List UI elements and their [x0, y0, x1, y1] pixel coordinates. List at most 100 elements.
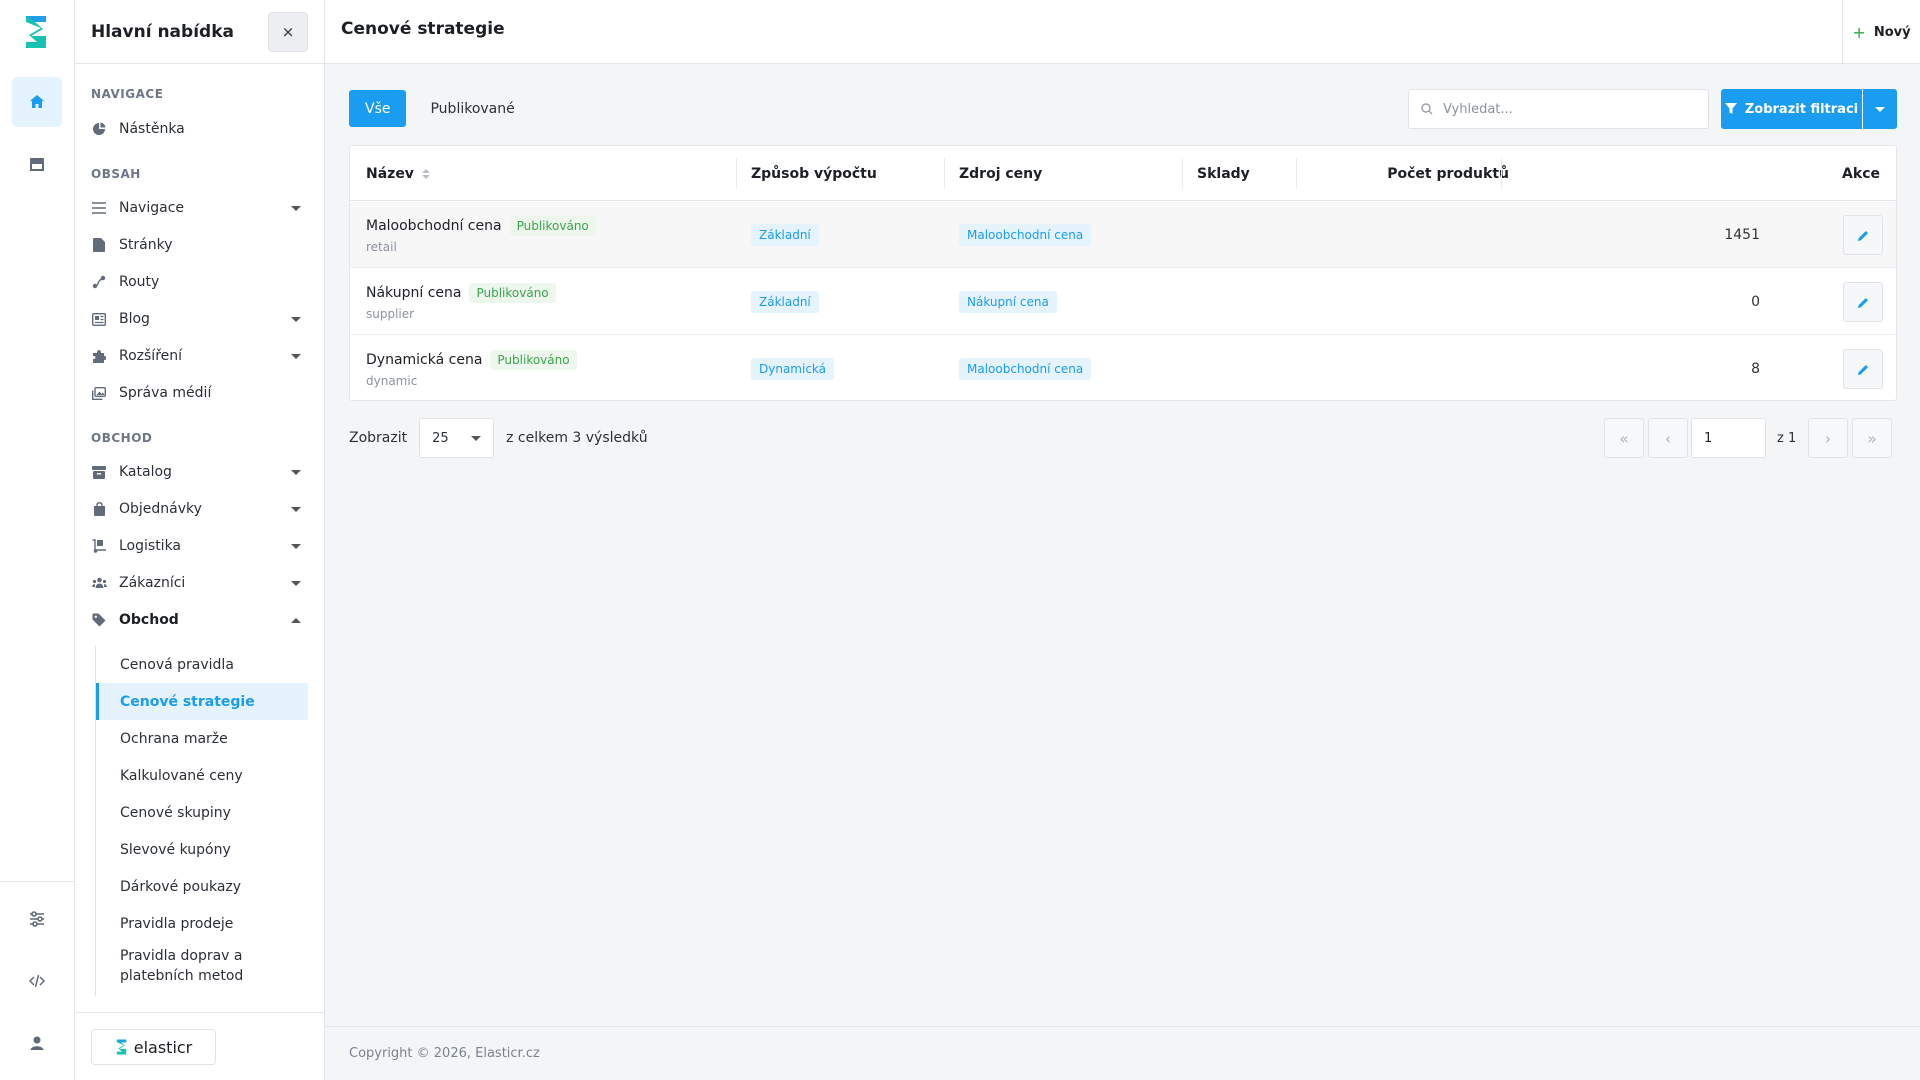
submenu-item-ochrana-marze[interactable]: Ochrana marže [96, 720, 308, 757]
obchod-submenu: Cenová pravidla Cenové strategie Ochrana… [95, 646, 308, 996]
sidebar-item-logistika[interactable]: Logistika [91, 530, 301, 562]
sidebar-item-blog[interactable]: Blog [91, 303, 301, 335]
sidebar-item-stranky[interactable]: Stránky [91, 229, 301, 261]
search-icon [1421, 103, 1433, 115]
column-header-method: Způsob výpočtu [751, 165, 877, 182]
tab-published[interactable]: Publikované [414, 90, 530, 127]
tab-all[interactable]: Vše [349, 90, 407, 127]
strategy-name: Nákupní cena [366, 285, 462, 301]
chevron-down-icon [291, 353, 301, 359]
profile-nav-button[interactable] [12, 1018, 62, 1068]
plus-icon: + [1852, 22, 1866, 42]
total-results: z celkem 3 výsledků [506, 430, 648, 446]
sidebar-item-navigace[interactable]: Navigace [91, 192, 301, 224]
column-divider [1296, 158, 1297, 189]
show-filter-button[interactable]: Zobrazit filtraci [1721, 89, 1862, 129]
file-icon [91, 237, 107, 253]
page-number-input[interactable] [1691, 418, 1766, 458]
method-cell: Dynamická [751, 336, 835, 402]
new-button[interactable]: + Nový [1842, 0, 1920, 64]
edit-button[interactable] [1843, 215, 1883, 255]
last-page-button[interactable]: » [1852, 418, 1892, 458]
prev-page-button[interactable]: ‹ [1648, 418, 1688, 458]
chevron-down-icon [291, 506, 301, 512]
main-sidebar: Hlavní nabídka × NAVIGACE Nástěnka OBSAH… [75, 0, 325, 1080]
table-row[interactable]: Dynamická cena Publikováno dynamic Dynam… [350, 336, 1896, 402]
filter-dropdown-toggle[interactable] [1863, 89, 1897, 129]
chevron-down-icon [291, 316, 301, 322]
pencil-icon [1857, 230, 1868, 241]
column-header-actions: Akce [1842, 165, 1880, 182]
chevron-down-icon [291, 543, 301, 549]
submenu-item-darkove-poukazy[interactable]: Dárkové poukazy [96, 868, 308, 905]
puzzle-icon [91, 348, 107, 364]
submenu-item-cenova-pravidla[interactable]: Cenová pravidla [96, 646, 308, 683]
filter-icon [1724, 103, 1737, 114]
page-footer: Copyright © 2026, Elasticr.cz [325, 1026, 1920, 1080]
icon-rail [0, 0, 75, 1080]
submenu-item-slevove-kupony[interactable]: Slevové kupóny [96, 831, 308, 868]
home-nav-button[interactable] [12, 77, 62, 127]
source-cell: Nákupní cena [959, 269, 1057, 335]
images-icon [91, 385, 107, 401]
method-chip: Dynamická [751, 358, 835, 380]
source-cell: Maloobchodní cena [959, 336, 1092, 402]
sidebar-item-routy[interactable]: Routy [91, 266, 301, 298]
code-icon [29, 974, 45, 988]
sort-icon [421, 168, 430, 179]
dolly-icon [91, 538, 107, 554]
pencil-icon [1857, 297, 1868, 308]
method-chip: Základní [751, 224, 819, 246]
chevron-down-icon [291, 469, 301, 475]
tag-icon [91, 612, 107, 628]
submenu-item-pravidla-prodeje[interactable]: Pravidla prodeje [96, 905, 308, 942]
sidebar-item-katalog[interactable]: Katalog [91, 456, 301, 488]
sidebar-item-objednavky[interactable]: Objednávky [91, 493, 301, 525]
table-row[interactable]: Maloobchodní cena Publikováno retail Zák… [350, 202, 1896, 268]
actions-cell [1843, 336, 1883, 402]
method-chip: Základní [751, 291, 819, 313]
sidebar-item-rozsireni[interactable]: Rozšíření [91, 340, 301, 372]
submenu-item-pravidla-doprav[interactable]: Pravidla doprav a platebních metod [96, 944, 246, 988]
sidebar-close-button[interactable]: × [268, 11, 308, 52]
edit-button[interactable] [1843, 282, 1883, 322]
chevron-down-icon [291, 205, 301, 211]
product-count: 8 [1751, 361, 1760, 377]
status-badge: Publikováno [509, 216, 596, 236]
submenu-item-cenove-skupiny[interactable]: Cenové skupiny [96, 794, 308, 831]
search-input[interactable] [1443, 101, 1693, 117]
first-page-button[interactable]: « [1604, 418, 1644, 458]
sidebar-item-zakaznici[interactable]: Zákazníci [91, 567, 301, 599]
store-nav-button[interactable] [12, 139, 62, 189]
sidebar-item-label: Katalog [119, 464, 172, 480]
developer-nav-button[interactable] [12, 956, 62, 1006]
sidebar-item-obchod[interactable]: Obchod [91, 604, 301, 636]
elasticr-logo-icon[interactable] [22, 14, 52, 50]
page-count: z 1 [1777, 430, 1797, 446]
settings-nav-button[interactable] [12, 894, 62, 944]
table-row[interactable]: Nákupní cena Publikováno supplier Základ… [350, 269, 1896, 335]
store-icon [30, 158, 44, 171]
strategy-code: supplier [366, 307, 415, 321]
column-header-products: Počet produktů [1387, 165, 1509, 182]
source-chip: Maloobchodní cena [959, 224, 1092, 246]
column-divider [736, 158, 737, 189]
status-badge: Publikováno [469, 283, 556, 303]
sidebar-footer: elasticr [75, 1012, 325, 1080]
sidebar-header: Hlavní nabídka × [75, 0, 324, 64]
sidebar-item-nastenka[interactable]: Nástěnka [91, 113, 301, 145]
next-page-button[interactable]: › [1808, 418, 1848, 458]
name-cell: Dynamická cena Publikováno dynamic [366, 336, 577, 402]
edit-button[interactable] [1843, 349, 1883, 389]
per-page-select[interactable]: 25 [419, 418, 495, 458]
table-header: Název Způsob výpočtu Zdroj ceny Sklady P… [350, 146, 1896, 201]
submenu-item-kalkulovane-ceny[interactable]: Kalkulované ceny [96, 757, 308, 794]
sidebar-item-label: Navigace [119, 200, 185, 216]
column-header-name[interactable]: Název [366, 146, 430, 201]
sidebar-item-label: Rozšíření [119, 348, 183, 364]
submenu-item-cenove-strategie[interactable]: Cenové strategie [96, 683, 308, 720]
sidebar-item-sprava-medii[interactable]: Správa médií [91, 377, 301, 409]
brand-link[interactable]: elasticr [91, 1029, 216, 1065]
sidebar-item-label: Objednávky [119, 501, 202, 517]
section-obchod: OBCHOD [91, 431, 153, 445]
